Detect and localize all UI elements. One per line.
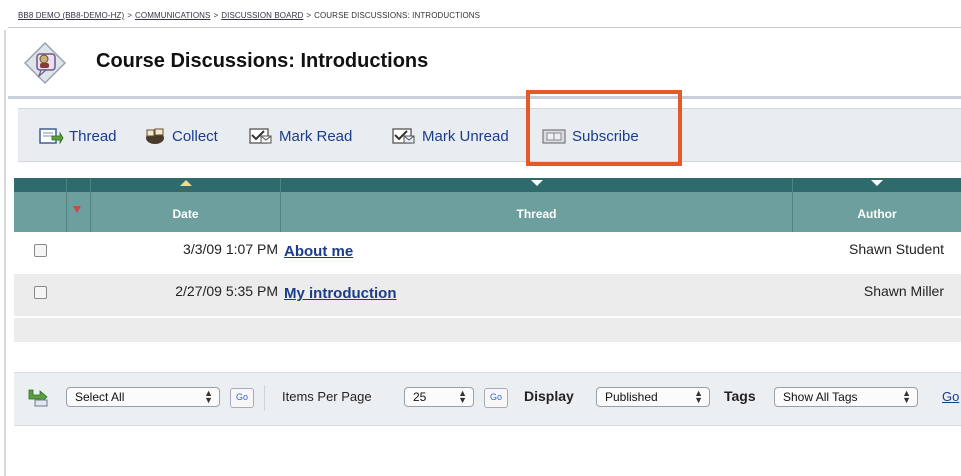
dropdown-arrows-icon: ▲ ▼ xyxy=(204,388,213,405)
table-header: Date Thread Author xyxy=(14,178,961,232)
tags-value: Show All Tags xyxy=(783,390,858,404)
thread-link[interactable]: My introduction xyxy=(284,285,397,302)
sort-ascending-icon xyxy=(179,180,192,186)
title-divider xyxy=(8,96,961,99)
author-header-label: Author xyxy=(857,207,897,221)
dropdown-arrows-icon: ▲ ▼ xyxy=(902,388,911,405)
mark-unread-button-label: Mark Unread xyxy=(422,127,509,145)
tags-label: Tags xyxy=(724,388,756,404)
thread-button[interactable]: Thread xyxy=(38,125,117,147)
action-toolbar: Thread Collect Mark Read Mark Unread Sub… xyxy=(18,108,961,162)
collect-button[interactable]: Collect xyxy=(143,125,218,147)
thread-link[interactable]: About me xyxy=(284,243,353,260)
left-border xyxy=(4,30,6,476)
breadcrumb-current: COURSE DISCUSSIONS: INTRODUCTIONS xyxy=(314,11,481,20)
date-header-label: Date xyxy=(172,207,199,221)
sort-descending-icon xyxy=(530,180,543,186)
items-per-page-dropdown[interactable]: 25 ▲ ▼ xyxy=(404,387,474,407)
display-value: Published xyxy=(605,390,658,404)
select-all-value: Select All xyxy=(75,390,125,404)
discussion-board-icon xyxy=(23,41,67,85)
select-go-button[interactable]: Go xyxy=(230,388,254,408)
flag-icon xyxy=(73,206,81,213)
breadcrumb: BB8 DEMO (BB8-DEMO-HZ) > COMMUNICATIONS > DI… xyxy=(18,11,480,20)
thread-header-label: Thread xyxy=(516,207,557,221)
mark-read-button[interactable]: Mark Read xyxy=(248,125,352,147)
select-column-header xyxy=(14,178,66,232)
select-arrow-icon xyxy=(28,389,48,407)
display-label: Display xyxy=(524,388,574,404)
select-all-dropdown[interactable]: Select All ▲ ▼ xyxy=(66,387,220,407)
row-date: 2/27/09 5:35 PM xyxy=(175,283,278,299)
items-per-page-go-button[interactable]: Go xyxy=(484,388,508,408)
items-per-page-value: 25 xyxy=(413,390,427,404)
new-thread-icon xyxy=(39,128,64,145)
breadcrumb-divider xyxy=(8,27,961,28)
sort-descending-icon xyxy=(871,180,883,186)
table-row: 3/3/09 1:07 PM About me Shawn Student xyxy=(14,232,961,274)
page-title: Course Discussions: Introductions xyxy=(96,50,429,72)
table-footer-area xyxy=(14,318,961,342)
thread-column-header[interactable]: Thread xyxy=(280,178,792,232)
mark-unread-button[interactable]: Mark Unread xyxy=(391,125,536,147)
thread-button-label: Thread xyxy=(69,127,117,145)
row-checkbox[interactable] xyxy=(34,286,47,299)
tags-go-link[interactable]: Go xyxy=(942,389,959,404)
row-author: Shawn Miller xyxy=(863,283,944,299)
row-author: Shawn Student xyxy=(849,241,944,257)
divider xyxy=(264,385,265,411)
flag-column-header[interactable] xyxy=(66,178,86,232)
breadcrumb-separator: > xyxy=(127,11,132,20)
table-row: 2/27/09 5:35 PM My introduction Shawn Mi… xyxy=(14,274,961,316)
collect-icon xyxy=(146,128,164,144)
thread-table: Date Thread Author 3/3/09 1:07 PM About … xyxy=(14,178,961,316)
subscribe-highlight-box xyxy=(526,90,682,166)
bottom-action-bar: Select All ▲ ▼ Go Items Per Page 25 ▲ ▼ Go… xyxy=(14,372,961,426)
display-dropdown[interactable]: Published ▲ ▼ xyxy=(596,387,710,407)
breadcrumb-course[interactable]: BB8 DEMO (BB8-DEMO-HZ) xyxy=(18,11,124,20)
dropdown-arrows-icon: ▲ ▼ xyxy=(458,388,467,405)
date-column-header[interactable]: Date xyxy=(90,178,280,232)
tags-dropdown[interactable]: Show All Tags ▲ ▼ xyxy=(774,387,918,407)
dropdown-arrows-icon: ▲ ▼ xyxy=(694,388,703,405)
mark-read-button-label: Mark Read xyxy=(279,127,353,145)
mark-read-icon xyxy=(249,128,272,144)
breadcrumb-separator: > xyxy=(213,11,219,20)
row-date: 3/3/09 1:07 PM xyxy=(183,241,278,257)
breadcrumb-separator: > xyxy=(306,11,312,20)
breadcrumb-communications[interactable]: COMMUNICATIONS xyxy=(135,11,210,20)
items-per-page-label: Items Per Page xyxy=(282,389,372,404)
collect-button-label: Collect xyxy=(172,127,218,145)
row-checkbox[interactable] xyxy=(34,244,47,257)
author-column-header[interactable]: Author xyxy=(792,178,961,232)
breadcrumb-discussion-board[interactable]: DISCUSSION BOARD xyxy=(221,11,303,20)
mark-unread-icon xyxy=(392,128,415,144)
